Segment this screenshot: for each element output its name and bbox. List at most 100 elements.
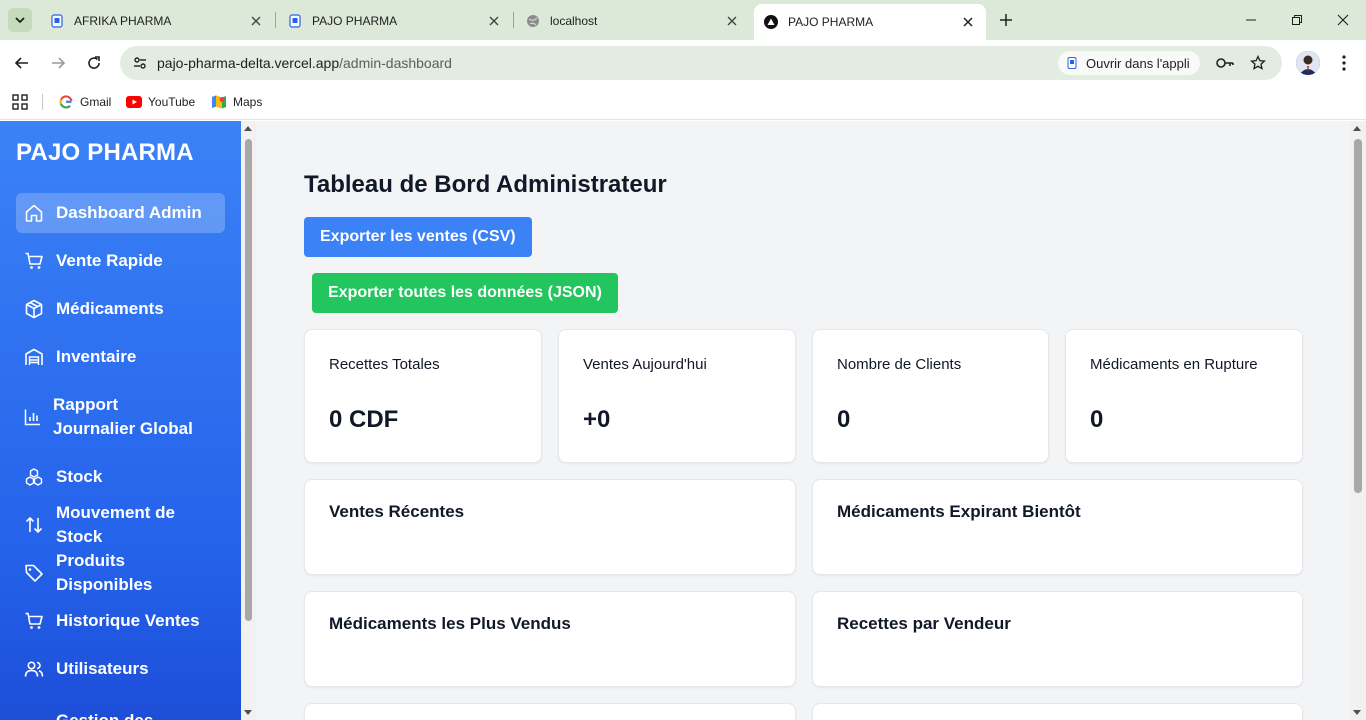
tab-separator (513, 12, 514, 28)
sidebar-item-produits-disponibles[interactable]: Produits Disponibles (16, 551, 225, 594)
settings-icon (24, 711, 44, 720)
tab-title: localhost (550, 14, 598, 28)
apps-grid-button[interactable] (10, 92, 30, 112)
sidebar-item-label: Gestion des (56, 709, 153, 720)
sidebar-item-label: Utilisateurs (56, 659, 149, 678)
scrollbar-thumb[interactable] (245, 139, 252, 621)
close-icon[interactable] (486, 13, 502, 29)
url-host: pajo-pharma-delta.vercel.app (157, 55, 340, 71)
bookmarks-divider (42, 94, 43, 110)
password-key-button[interactable] (1213, 51, 1237, 75)
new-tab-button[interactable] (994, 8, 1018, 32)
back-button[interactable] (8, 49, 36, 77)
sidebar-item-rapport-journalier[interactable]: Rapport Journalier Global (16, 385, 225, 449)
tab-afrika-pharma[interactable]: AFRIKA PHARMA (40, 6, 274, 36)
sidebar-item-medicaments[interactable]: Médicaments (16, 289, 225, 329)
sidebar-item-vente-rapide[interactable]: Vente Rapide (16, 241, 225, 281)
tab-localhost[interactable]: localhost (516, 6, 750, 36)
stat-label: Médicaments en Rupture (1090, 356, 1258, 373)
sidebar-item-gestion[interactable]: Gestion des (16, 705, 225, 720)
reload-button[interactable] (80, 49, 108, 77)
panel-medicaments-expirant: Médicaments Expirant Bientôt (812, 479, 1303, 575)
bookmarks-bar: Gmail YouTube Maps (0, 86, 1366, 120)
close-icon[interactable] (960, 14, 976, 30)
scroll-down-arrow[interactable] (244, 710, 252, 715)
scrollbar-thumb[interactable] (1354, 139, 1362, 493)
home-icon (24, 203, 44, 223)
reload-icon (88, 56, 100, 69)
scroll-up-arrow[interactable] (1353, 126, 1361, 131)
stat-card-nombre-clients: Nombre de Clients 0 (812, 329, 1049, 463)
panel-title: Recettes par Vendeur (837, 614, 1011, 633)
tab-title: PAJO PHARMA (312, 14, 398, 28)
site-favicon-icon (288, 14, 302, 28)
google-g-icon (58, 94, 74, 110)
bookmark-maps[interactable]: Maps (211, 91, 262, 113)
sidebar-item-label: Vente Rapide (56, 251, 163, 270)
arrows-up-down-icon (24, 515, 44, 535)
arrow-left-icon (14, 57, 28, 69)
tab-search-button[interactable] (8, 8, 32, 32)
sidebar-item-inventaire[interactable]: Inventaire (16, 337, 225, 377)
more-vertical-icon (1342, 55, 1346, 71)
url-path: /admin-dashboard (339, 55, 452, 71)
sidebar-item-utilisateurs[interactable]: Utilisateurs (16, 649, 225, 689)
restore-button[interactable] (1274, 6, 1320, 34)
open-in-app-button[interactable]: Ouvrir dans l'appli (1058, 51, 1200, 75)
minimize-button[interactable] (1228, 6, 1274, 34)
sidebar-item-mouvement-stock[interactable]: Mouvement de Stock (16, 503, 225, 546)
export-json-button[interactable]: Exporter toutes les données (JSON) (312, 273, 618, 313)
close-icon (1337, 14, 1349, 26)
tab-pajo-pharma[interactable]: PAJO PHARMA (278, 6, 512, 36)
bookmark-youtube[interactable]: YouTube (126, 91, 195, 113)
apps-grid-icon (12, 94, 28, 110)
close-icon[interactable] (248, 13, 264, 29)
panel-partial (812, 703, 1303, 720)
sidebar-item-historique-ventes[interactable]: Historique Ventes (16, 601, 225, 641)
arrow-right-icon (52, 57, 66, 69)
panel-title: Ventes Récentes (329, 502, 465, 521)
panel-title: Médicaments Expirant Bientôt (837, 502, 1081, 521)
url-text[interactable]: pajo-pharma-delta.vercel.app/admin-dashb… (157, 55, 452, 71)
sidebar-item-label: Produits Disponibles (56, 551, 153, 594)
bookmark-star-button[interactable] (1246, 51, 1270, 75)
panel-recettes-vendeur: Recettes par Vendeur (812, 591, 1303, 687)
sidebar-item-dashboard-admin[interactable]: Dashboard Admin (16, 193, 225, 233)
forward-button[interactable] (44, 49, 72, 77)
warehouse-icon (24, 347, 44, 367)
sidebar-item-label: Historique Ventes (56, 611, 200, 630)
close-window-button[interactable] (1320, 6, 1366, 34)
stat-label: Nombre de Clients (837, 356, 962, 373)
stat-card-recettes-totales: Recettes Totales 0 CDF (304, 329, 542, 463)
sidebar-item-label: Inventaire (56, 347, 137, 366)
bar-chart-icon (24, 407, 41, 427)
browser-menu-button[interactable] (1332, 51, 1356, 75)
bookmark-gmail[interactable]: Gmail (58, 91, 111, 113)
site-favicon-icon (50, 14, 64, 28)
page-title: Tableau de Bord Administrateur (304, 171, 667, 198)
cart-icon (24, 251, 44, 271)
address-bar[interactable]: pajo-pharma-delta.vercel.app/admin-dashb… (120, 46, 1282, 80)
main-scrollbar[interactable] (1350, 121, 1366, 720)
stat-value: 0 (837, 406, 851, 433)
sidebar: PAJO PHARMA Dashboard Admin Vente Rapide… (0, 121, 241, 720)
stat-card-ventes-aujourdhui: Ventes Aujourd'hui +0 (558, 329, 796, 463)
boxes-icon (24, 467, 44, 487)
sidebar-item-stock[interactable]: Stock (16, 457, 225, 497)
scroll-down-arrow[interactable] (1353, 710, 1361, 715)
panel-title: Médicaments les Plus Vendus (329, 614, 571, 633)
cart-icon (24, 611, 44, 631)
vercel-logo-icon (764, 15, 778, 29)
close-icon[interactable] (724, 13, 740, 29)
users-icon (24, 659, 44, 679)
scroll-up-arrow[interactable] (244, 126, 252, 131)
site-settings-icon[interactable] (128, 51, 152, 75)
profile-avatar[interactable] (1296, 51, 1320, 75)
export-csv-button[interactable]: Exporter les ventes (CSV) (304, 217, 532, 257)
stat-card-medicaments-rupture: Médicaments en Rupture 0 (1065, 329, 1303, 463)
tab-pajo-pharma-active[interactable]: PAJO PHARMA (754, 4, 986, 40)
package-icon (24, 299, 44, 319)
maps-icon (211, 94, 227, 110)
sidebar-scrollbar[interactable] (241, 121, 256, 720)
stat-label: Recettes Totales (329, 356, 440, 373)
